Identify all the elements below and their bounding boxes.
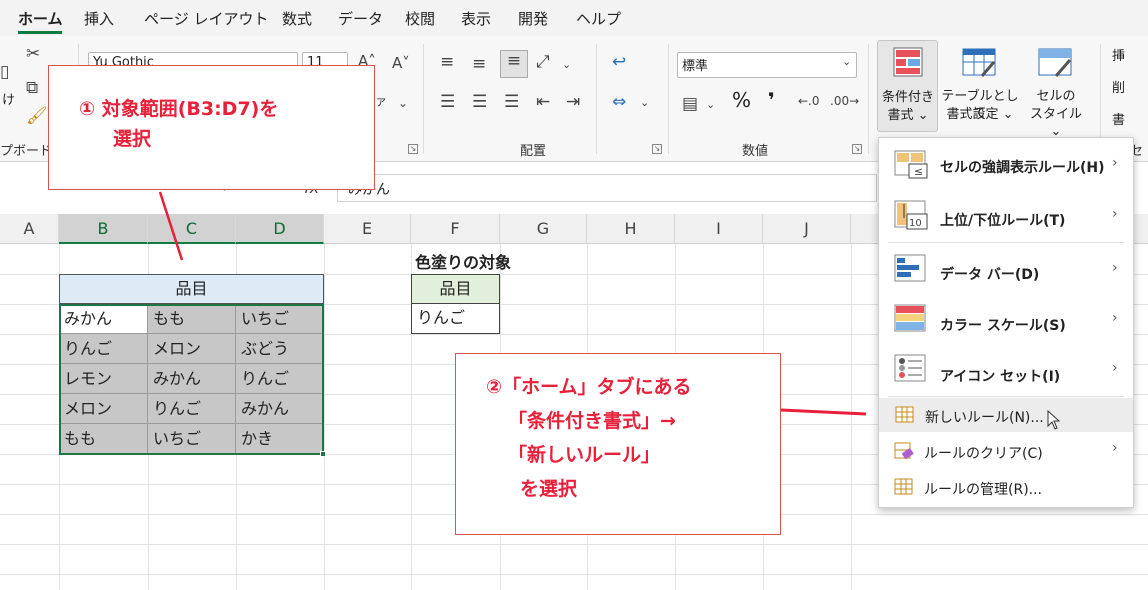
callout-1-pointer	[158, 191, 184, 261]
menu-item-label: セルの強調表示ルール(H)	[940, 160, 1105, 176]
manage-rules-icon	[894, 478, 913, 495]
menu-item-highlight-rules[interactable]: ≤ セルの強調表示ルール(H) ›	[878, 141, 1132, 191]
menu-separator	[888, 242, 1124, 243]
menu-item-color-scales[interactable]: カラー スケール(S) ›	[878, 296, 1132, 346]
new-rule-icon	[895, 406, 914, 423]
mouse-cursor-icon	[1047, 410, 1061, 430]
svg-text:10: 10	[909, 218, 922, 229]
color-scales-icon	[894, 304, 926, 332]
manage-rules-label: ルールの管理(R)...	[924, 482, 1043, 498]
chevron-right-icon: ›	[1112, 155, 1118, 171]
chevron-right-icon: ›	[1112, 310, 1118, 326]
highlight-rules-icon: ≤	[894, 150, 928, 179]
menu-item-clear-rules[interactable]: ルールのクリア(C) ›	[878, 434, 1132, 468]
new-rule-label: 新しいルール(N)...	[925, 410, 1044, 426]
menu-item-label: データ バー(D)	[940, 267, 1040, 283]
menu-item-label: アイコン セット(I)	[940, 369, 1061, 385]
menu-item-data-bars[interactable]: データ バー(D) ›	[878, 246, 1132, 296]
data-bars-icon	[894, 254, 926, 282]
clear-rules-label: ルールのクリア(C)	[924, 446, 1043, 462]
top-bottom-icon: 10	[894, 200, 928, 230]
icon-sets-icon	[894, 354, 926, 382]
menu-separator	[888, 396, 1124, 397]
menu-item-new-rule[interactable]: 新しいルール(N)...	[879, 398, 1133, 432]
callout-2-pointer	[780, 408, 867, 416]
svg-text:≤: ≤	[914, 165, 923, 178]
clear-rules-icon	[894, 442, 914, 460]
menu-item-top-bottom[interactable]: 10 上位/下位ルール(T) ›	[878, 192, 1132, 242]
chevron-right-icon: ›	[1112, 206, 1118, 222]
chevron-right-icon: ›	[1112, 360, 1118, 376]
menu-item-icon-sets[interactable]: アイコン セット(I) ›	[878, 346, 1132, 396]
menu-item-label: 上位/下位ルール(T)	[940, 213, 1066, 229]
chevron-right-icon: ›	[1112, 440, 1118, 456]
menu-item-manage-rules[interactable]: ルールの管理(R)...	[878, 470, 1132, 504]
chevron-right-icon: ›	[1112, 260, 1118, 276]
menu-item-label: カラー スケール(S)	[940, 318, 1066, 334]
